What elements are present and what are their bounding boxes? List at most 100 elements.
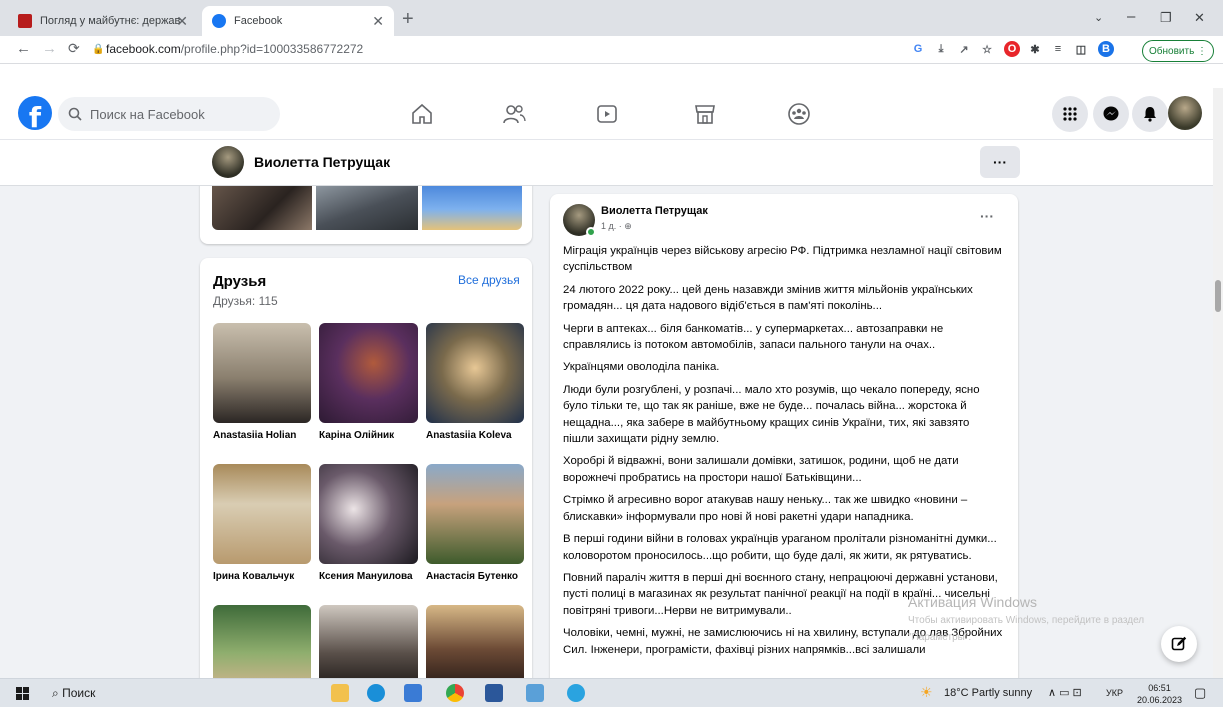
- close-window-icon[interactable]: ✕: [1194, 10, 1205, 26]
- notifications-bell-icon[interactable]: [1132, 96, 1168, 132]
- weather-widget[interactable]: 18°C Partly sunny: [944, 687, 1032, 699]
- activation-watermark-line: Чтобы активировать Windows, перейдите в …: [908, 615, 1145, 626]
- friend-name[interactable]: Анастасія Бутенко: [426, 571, 518, 582]
- share-icon[interactable]: ↗: [956, 41, 972, 57]
- home-icon[interactable]: [409, 102, 435, 126]
- account-avatar[interactable]: [1168, 96, 1202, 130]
- friend-name[interactable]: Каріна Олійник: [319, 430, 394, 441]
- close-tab-icon[interactable]: ✕: [372, 13, 384, 30]
- facebook-logo-icon[interactable]: f: [18, 96, 52, 130]
- post-timestamp[interactable]: 1 д. · ⊕: [601, 221, 632, 232]
- new-message-button[interactable]: [1161, 626, 1197, 662]
- friend-name[interactable]: Ксения Мануилова: [319, 571, 413, 582]
- facebook-header: f Поиск на Facebook: [0, 88, 1213, 140]
- url-field[interactable]: facebook.com/profile.php?id=100033586772…: [106, 42, 363, 56]
- windows-taskbar: ⌕ Поиск ☀ 18°C Partly sunny ∧ ▭ ⊡ УКР 06…: [0, 678, 1223, 707]
- post-paragraph: Українцями оволоділа паніка.: [563, 361, 720, 374]
- search-input[interactable]: Поиск на Facebook: [58, 97, 280, 131]
- post-paragraph: Міграція українців через військову агрес…: [563, 245, 1002, 274]
- site-favicon-icon: [18, 14, 32, 28]
- taskbar-search[interactable]: ⌕ Поиск: [52, 686, 95, 701]
- friends-icon[interactable]: [501, 102, 527, 126]
- friend-photo[interactable]: [426, 464, 524, 564]
- restore-icon[interactable]: ❐: [1160, 10, 1172, 26]
- url-path: /profile.php?id=100033586772272: [180, 42, 364, 56]
- tab-2[interactable]: Facebook ✕: [202, 6, 394, 36]
- chrome-icon[interactable]: [446, 684, 464, 702]
- photo-thumbnail[interactable]: [316, 186, 418, 230]
- opera-extension-icon[interactable]: O: [1004, 41, 1020, 57]
- tab-search-icon[interactable]: ⌄: [1094, 11, 1103, 24]
- tab-title: Погляд у майбутнє: державна п: [40, 15, 180, 27]
- photo-thumbnail[interactable]: [212, 186, 312, 230]
- tab-1[interactable]: Погляд у майбутнє: державна п ✕: [8, 6, 198, 36]
- page-top-gap: [0, 64, 1223, 88]
- forward-icon[interactable]: →: [42, 40, 57, 57]
- app-icon[interactable]: [526, 684, 544, 702]
- telegram-icon[interactable]: [567, 684, 585, 702]
- friend-name[interactable]: Ірина Ковальчук: [213, 571, 294, 582]
- reading-list-icon[interactable]: ≡: [1050, 41, 1066, 57]
- friend-photo[interactable]: [319, 605, 418, 678]
- messenger-icon[interactable]: [1093, 96, 1129, 132]
- bookmark-star-icon[interactable]: ☆: [979, 41, 995, 57]
- page-scrollbar[interactable]: [1213, 88, 1223, 678]
- post-author-name[interactable]: Виолетта Петрущак: [601, 205, 708, 217]
- edge-icon[interactable]: [367, 684, 385, 702]
- friend-photo[interactable]: [213, 323, 311, 423]
- profile-avatar-icon[interactable]: В: [1098, 41, 1114, 57]
- friend-photo[interactable]: [319, 323, 418, 423]
- lock-icon[interactable]: 🔒: [92, 44, 104, 55]
- extensions-puzzle-icon[interactable]: ✱: [1027, 41, 1043, 57]
- activation-watermark-line: "Параметры".: [908, 632, 972, 643]
- back-icon[interactable]: ←: [16, 40, 31, 57]
- store-icon[interactable]: [404, 684, 422, 702]
- logo-letter: f: [28, 101, 42, 130]
- friend-photo[interactable]: [319, 464, 418, 564]
- post-paragraph: Хоробрі й відважні, вони залишали домівк…: [563, 455, 959, 484]
- install-icon[interactable]: ⤓: [933, 41, 949, 57]
- friend-photo[interactable]: [426, 605, 524, 678]
- word-icon[interactable]: [485, 684, 503, 702]
- friend-photo[interactable]: [213, 464, 311, 564]
- profile-name[interactable]: Виолетта Петрущак: [254, 154, 390, 170]
- menu-grid-icon[interactable]: [1052, 96, 1088, 132]
- taskbar-search-label: Поиск: [62, 686, 96, 700]
- friend-name[interactable]: Anastasiia Koleva: [426, 430, 512, 441]
- new-tab-icon[interactable]: +: [402, 8, 414, 31]
- windows-start-icon[interactable]: [16, 687, 29, 700]
- profile-avatar[interactable]: [212, 146, 244, 178]
- watch-video-icon[interactable]: [594, 102, 620, 126]
- file-explorer-icon[interactable]: [331, 684, 349, 702]
- post-time-text: 1 д. ·: [601, 221, 622, 231]
- post-more-button[interactable]: ···: [980, 208, 994, 224]
- profile-sticky-bar: Виолетта Петрущак ···: [0, 140, 1213, 186]
- scrollbar-thumb[interactable]: [1215, 280, 1221, 312]
- groups-icon[interactable]: [786, 102, 812, 126]
- close-tab-icon[interactable]: ✕: [176, 13, 188, 30]
- google-icon[interactable]: G: [910, 41, 926, 57]
- minimize-icon[interactable]: –: [1127, 8, 1135, 25]
- compose-icon: [1171, 636, 1187, 651]
- marketplace-icon[interactable]: [692, 102, 718, 126]
- update-button[interactable]: Обновить ⋮: [1142, 40, 1215, 62]
- friend-photo[interactable]: [213, 605, 311, 678]
- all-friends-link[interactable]: Все друзья: [458, 273, 520, 287]
- post-paragraph: В перші години війни в головах українців…: [563, 533, 997, 562]
- profile-more-button[interactable]: ···: [980, 146, 1020, 178]
- language-indicator[interactable]: УКР: [1106, 688, 1123, 698]
- notification-center-icon[interactable]: ▢: [1194, 685, 1206, 701]
- browser-tab-bar: Погляд у майбутнє: державна п ✕ Facebook…: [0, 0, 1223, 36]
- post-paragraph: Стрімко й агресивно ворог атакував нашу …: [563, 494, 968, 523]
- side-panel-icon[interactable]: ◫: [1073, 41, 1089, 57]
- friend-name[interactable]: Anastasiia Holian: [213, 430, 296, 441]
- taskbar-clock[interactable]: 06:51 20.06.2023: [1137, 682, 1182, 706]
- photo-thumbnail[interactable]: [422, 186, 522, 230]
- reload-icon[interactable]: ⟳: [68, 40, 80, 57]
- activation-watermark-title: Активация Windows: [908, 594, 1038, 610]
- online-status-dot: [586, 227, 596, 237]
- tray-icons[interactable]: ∧ ▭ ⊡: [1048, 686, 1082, 699]
- address-bar: ← → ⟳ 🔒 facebook.com/profile.php?id=1000…: [0, 36, 1223, 64]
- weather-icon: ☀: [920, 684, 933, 700]
- friend-photo[interactable]: [426, 323, 524, 423]
